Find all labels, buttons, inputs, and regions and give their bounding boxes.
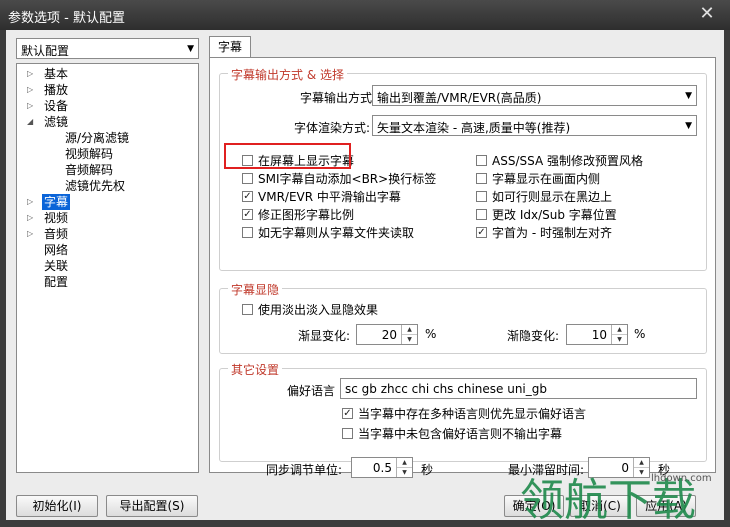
preferred-language-value: sc gb zhcc chi chs chinese uni_gb bbox=[345, 382, 548, 396]
tree-item-label: 网络 bbox=[44, 243, 69, 257]
profile-dropdown[interactable]: 默认配置 ▼ bbox=[16, 38, 199, 59]
arrow-up-icon[interactable]: ▲ bbox=[612, 325, 627, 335]
spin-buttons[interactable]: ▲ ▼ bbox=[401, 325, 417, 344]
seconds-unit: 秒 bbox=[421, 463, 434, 477]
checkbox-icon[interactable] bbox=[242, 227, 253, 238]
subtitle-settings-page: 字幕输出方式 & 选择 字幕输出方式： 输出到覆盖/VMR/EVR(高品质) ▼… bbox=[209, 57, 716, 478]
expand-icon[interactable]: ▷ bbox=[27, 66, 37, 82]
checkbox-icon[interactable] bbox=[476, 191, 487, 202]
tree-item-label: 音频 bbox=[44, 227, 69, 241]
sync-unit-value: 0.5 bbox=[372, 461, 392, 475]
group-title: 其它设置 bbox=[228, 361, 283, 378]
group-title: 字幕显隐 bbox=[228, 281, 283, 298]
watermark-url: lhdown.com bbox=[651, 473, 712, 484]
expand-icon[interactable]: ▷ bbox=[27, 98, 37, 114]
chevron-down-icon: ▼ bbox=[685, 91, 692, 101]
tree-item-label: 滤镜优先权 bbox=[65, 179, 126, 193]
fade-out-value: 10 bbox=[591, 328, 607, 342]
tree-item-label: 音频解码 bbox=[65, 163, 114, 177]
tree-item-label: 关联 bbox=[44, 259, 69, 273]
fade-out-label: 渐隐变化: bbox=[507, 329, 560, 343]
sync-unit-label: 同步调节单位: bbox=[266, 463, 343, 477]
expand-icon[interactable]: ▷ bbox=[27, 226, 37, 242]
fade-in-label: 渐显变化: bbox=[298, 329, 351, 343]
settings-tree: ▷ 基本 ▷ 播放 ▷ 设备 ◢ 滤镜 源/分离滤镜 视频解码 音频解码 滤镜优先权 ▷… bbox=[16, 63, 199, 473]
percent-unit: % bbox=[634, 327, 646, 341]
checkmark-icon[interactable]: ✓ bbox=[476, 227, 487, 238]
tab-subtitles[interactable]: 字幕 bbox=[209, 36, 251, 58]
tree-item-label: 播放 bbox=[44, 83, 69, 97]
tree-item-label: 配置 bbox=[44, 275, 69, 289]
font-render-dropdown[interactable]: 矢量文本渲染 - 高速,质量中等(推荐) ▼ bbox=[372, 115, 697, 136]
spin-buttons[interactable]: ▲ ▼ bbox=[396, 458, 412, 477]
fade-out-stepper[interactable]: 10 ▲ ▼ bbox=[566, 324, 628, 345]
dialog-client: 默认配置 ▼ ▷ 基本 ▷ 播放 ▷ 设备 ◢ 滤镜 源/分离滤镜 视频解码 音频解码 … bbox=[6, 30, 724, 520]
tree-item-label: 字幕 bbox=[42, 194, 71, 210]
arrow-up-icon[interactable]: ▲ bbox=[402, 325, 417, 335]
tree-item-label: 视频解码 bbox=[65, 147, 114, 161]
preferred-language-label: 偏好语言 bbox=[287, 384, 336, 398]
arrow-down-icon[interactable]: ▼ bbox=[612, 335, 627, 344]
output-mode-value: 输出到覆盖/VMR/EVR(高品质) bbox=[377, 91, 542, 105]
window-title: 参数选项 - 默认配置 bbox=[8, 11, 125, 26]
checkbox-icon[interactable] bbox=[476, 155, 487, 166]
highlight-box bbox=[224, 143, 351, 169]
export-button[interactable]: 导出配置(S) bbox=[106, 495, 198, 517]
tree-item-label: 源/分离滤镜 bbox=[65, 131, 130, 145]
fade-in-value: 20 bbox=[381, 328, 397, 342]
options-window: 参数选项 - 默认配置 ✕ 默认配置 ▼ ▷ 基本 ▷ 播放 ▷ 设备 ◢ 滤镜 源/分… bbox=[0, 0, 730, 527]
output-mode-dropdown[interactable]: 输出到覆盖/VMR/EVR(高品质) ▼ bbox=[372, 85, 697, 106]
checkbox-icon[interactable] bbox=[342, 428, 353, 439]
group-title: 字幕输出方式 & 选择 bbox=[228, 66, 347, 83]
expand-icon[interactable]: ▷ bbox=[27, 194, 37, 210]
profile-value: 默认配置 bbox=[21, 44, 70, 58]
tree-item-label: 滤镜 bbox=[44, 115, 69, 129]
close-icon[interactable]: ✕ bbox=[693, 3, 721, 25]
checkmark-icon[interactable]: ✓ bbox=[242, 191, 253, 202]
arrow-down-icon[interactable]: ▼ bbox=[402, 335, 417, 344]
fade-group: 字幕显隐 使用淡出淡入显隐效果 渐显变化: 20 ▲ ▼ % 渐隐变化: 10 ▲… bbox=[219, 281, 707, 354]
font-render-value: 矢量文本渲染 - 高速,质量中等(推荐) bbox=[377, 121, 571, 135]
arrow-down-icon[interactable]: ▼ bbox=[397, 468, 412, 477]
chevron-down-icon: ▼ bbox=[685, 121, 692, 131]
init-button[interactable]: 初始化(I) bbox=[16, 495, 98, 517]
other-group: 其它设置 偏好语言 sc gb zhcc chi chs chinese uni… bbox=[219, 361, 707, 462]
spin-buttons[interactable]: ▲ ▼ bbox=[611, 325, 627, 344]
font-render-label: 字体渲染方式: bbox=[294, 121, 371, 135]
tree-item-label: 设备 bbox=[44, 99, 69, 113]
chevron-down-icon: ▼ bbox=[187, 44, 194, 54]
expand-icon[interactable]: ▷ bbox=[27, 210, 37, 226]
tree-item-label: 视频 bbox=[44, 211, 69, 225]
output-group: 字幕输出方式 & 选择 字幕输出方式： 输出到覆盖/VMR/EVR(高品质) ▼… bbox=[219, 66, 707, 271]
collapse-icon[interactable]: ◢ bbox=[27, 114, 37, 130]
title-bar: 参数选项 - 默认配置 ✕ bbox=[0, 0, 730, 30]
checkmark-icon[interactable]: ✓ bbox=[342, 408, 353, 419]
arrow-up-icon[interactable]: ▲ bbox=[397, 458, 412, 468]
fade-in-stepper[interactable]: 20 ▲ ▼ bbox=[356, 324, 418, 345]
preferred-language-input[interactable]: sc gb zhcc chi chs chinese uni_gb bbox=[340, 378, 697, 399]
checkbox-icon[interactable] bbox=[476, 173, 487, 184]
sync-unit-stepper[interactable]: 0.5 ▲ ▼ bbox=[351, 457, 413, 478]
checkbox-icon[interactable] bbox=[242, 173, 253, 184]
expand-icon[interactable]: ▷ bbox=[27, 82, 37, 98]
percent-unit: % bbox=[425, 327, 437, 341]
tree-item-label: 基本 bbox=[44, 67, 69, 81]
checkbox-icon[interactable] bbox=[242, 304, 253, 315]
checkbox-icon[interactable] bbox=[476, 209, 487, 220]
checkmark-icon[interactable]: ✓ bbox=[242, 209, 253, 220]
